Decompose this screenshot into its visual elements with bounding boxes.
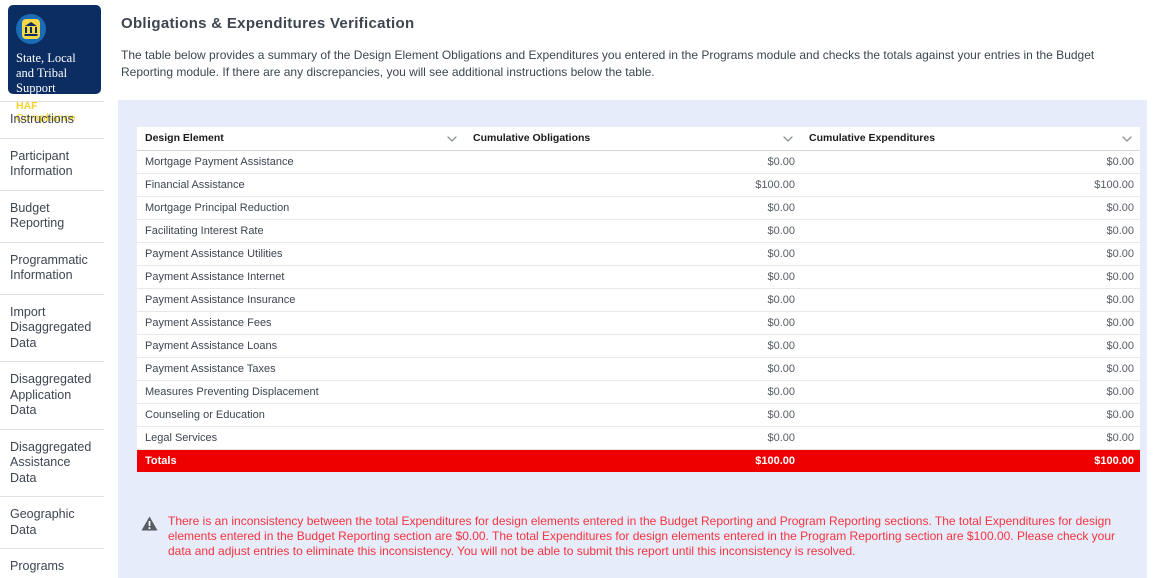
warning-triangle-icon <box>141 516 158 536</box>
sidebar-item-geographic-data[interactable]: Geographic Data <box>0 496 104 548</box>
chevron-down-icon[interactable] <box>447 133 457 145</box>
table-row: Financial Assistance$100.00$100.00 <box>137 174 1140 197</box>
cell-element: Payment Assistance Insurance <box>137 289 465 312</box>
cell-obligations: $0.00 <box>465 220 801 243</box>
table-row: Payment Assistance Insurance$0.00$0.00 <box>137 289 1140 312</box>
totals-expenditures: $100.00 <box>801 450 1140 473</box>
cell-obligations: $0.00 <box>465 151 801 174</box>
cell-element: Measures Preventing Displacement <box>137 381 465 404</box>
cell-expenditures: $0.00 <box>801 381 1140 404</box>
column-header-cumulative-obligations[interactable]: Cumulative Obligations <box>465 127 801 151</box>
column-label: Design Element <box>145 132 224 144</box>
cell-obligations: $0.00 <box>465 197 801 220</box>
cell-expenditures: $100.00 <box>801 174 1140 197</box>
table-row: Measures Preventing Displacement$0.00$0.… <box>137 381 1140 404</box>
column-label: Cumulative Expenditures <box>809 132 935 144</box>
cell-expenditures: $0.00 <box>801 312 1140 335</box>
content-panel: Design Element Cumulative Obligations Cu… <box>118 100 1147 578</box>
column-label: Cumulative Obligations <box>473 132 590 144</box>
table-row: Mortgage Principal Reduction$0.00$0.00 <box>137 197 1140 220</box>
cell-obligations: $100.00 <box>465 174 801 197</box>
cell-expenditures: $0.00 <box>801 427 1140 450</box>
table-row: Payment Assistance Fees$0.00$0.00 <box>137 312 1140 335</box>
cell-obligations: $0.00 <box>465 243 801 266</box>
table-row: Payment Assistance Utilities$0.00$0.00 <box>137 243 1140 266</box>
cell-obligations: $0.00 <box>465 404 801 427</box>
cell-obligations: $0.00 <box>465 335 801 358</box>
table-row: Payment Assistance Loans$0.00$0.00 <box>137 335 1140 358</box>
cell-expenditures: $0.00 <box>801 335 1140 358</box>
sidebar-item-participant-information[interactable]: Participant Information <box>0 138 104 190</box>
page-title: Obligations & Expenditures Verification <box>121 15 414 32</box>
sidebar-item-programmatic-information[interactable]: Programmatic Information <box>0 242 104 294</box>
cell-element: Legal Services <box>137 427 465 450</box>
sidebar-item-import-disaggregated-data[interactable]: Import Disaggregated Data <box>0 294 104 362</box>
cell-expenditures: $0.00 <box>801 151 1140 174</box>
table-row: Payment Assistance Taxes$0.00$0.00 <box>137 358 1140 381</box>
cell-element: Payment Assistance Taxes <box>137 358 465 381</box>
chevron-down-icon[interactable] <box>1122 133 1132 145</box>
verification-table: Design Element Cumulative Obligations Cu… <box>137 127 1140 472</box>
sidebar-item-programs[interactable]: Programs <box>0 548 104 578</box>
cell-obligations: $0.00 <box>465 358 801 381</box>
cell-obligations: $0.00 <box>465 381 801 404</box>
table-row: Legal Services$0.00$0.00 <box>137 427 1140 450</box>
chevron-down-icon[interactable] <box>783 133 793 145</box>
cell-element: Payment Assistance Fees <box>137 312 465 335</box>
sidebar-item-disaggregated-application-data[interactable]: Disaggregated Application Data <box>0 361 104 429</box>
inconsistency-warning: There is an inconsistency between the to… <box>141 514 1131 559</box>
cell-element: Financial Assistance <box>137 174 465 197</box>
cell-expenditures: $0.00 <box>801 404 1140 427</box>
logo-card: State, Local and Tribal Support HAF Comp… <box>8 5 101 94</box>
table-row: Mortgage Payment Assistance$0.00$0.00 <box>137 151 1140 174</box>
cell-element: Mortgage Payment Assistance <box>137 151 465 174</box>
table-body: Mortgage Payment Assistance$0.00$0.00Fin… <box>137 151 1140 450</box>
column-header-cumulative-expenditures[interactable]: Cumulative Expenditures <box>801 127 1140 151</box>
cell-obligations: $0.00 <box>465 289 801 312</box>
cell-element: Mortgage Principal Reduction <box>137 197 465 220</box>
cell-element: Facilitating Interest Rate <box>137 220 465 243</box>
sidebar-item-disaggregated-assistance-data[interactable]: Disaggregated Assistance Data <box>0 429 104 497</box>
table-row: Counseling or Education$0.00$0.00 <box>137 404 1140 427</box>
bank-icon <box>16 14 46 44</box>
sidebar-item-instructions[interactable]: Instructions <box>0 101 104 138</box>
cell-expenditures: $0.00 <box>801 220 1140 243</box>
sidebar-nav: InstructionsParticipant InformationBudge… <box>0 101 104 578</box>
cell-expenditures: $0.00 <box>801 266 1140 289</box>
sidebar-item-budget-reporting[interactable]: Budget Reporting <box>0 190 104 242</box>
cell-expenditures: $0.00 <box>801 243 1140 266</box>
cell-element: Payment Assistance Utilities <box>137 243 465 266</box>
cell-obligations: $0.00 <box>465 266 801 289</box>
cell-expenditures: $0.00 <box>801 197 1140 220</box>
column-header-design-element[interactable]: Design Element <box>137 127 465 151</box>
cell-obligations: $0.00 <box>465 312 801 335</box>
totals-row: Totals $100.00 $100.00 <box>137 450 1140 473</box>
cell-element: Counseling or Education <box>137 404 465 427</box>
totals-label: Totals <box>137 450 465 473</box>
warning-text: There is an inconsistency between the to… <box>168 514 1131 559</box>
verification-table-card: Design Element Cumulative Obligations Cu… <box>137 127 1140 472</box>
cell-element: Payment Assistance Loans <box>137 335 465 358</box>
page-description: The table below provides a summary of th… <box>121 47 1139 81</box>
cell-expenditures: $0.00 <box>801 358 1140 381</box>
cell-obligations: $0.00 <box>465 427 801 450</box>
table-row: Payment Assistance Internet$0.00$0.00 <box>137 266 1140 289</box>
totals-obligations: $100.00 <box>465 450 801 473</box>
table-header-row: Design Element Cumulative Obligations Cu… <box>137 127 1140 151</box>
logo-title: State, Local and Tribal Support <box>16 51 93 96</box>
table-row: Facilitating Interest Rate$0.00$0.00 <box>137 220 1140 243</box>
cell-element: Payment Assistance Internet <box>137 266 465 289</box>
cell-expenditures: $0.00 <box>801 289 1140 312</box>
